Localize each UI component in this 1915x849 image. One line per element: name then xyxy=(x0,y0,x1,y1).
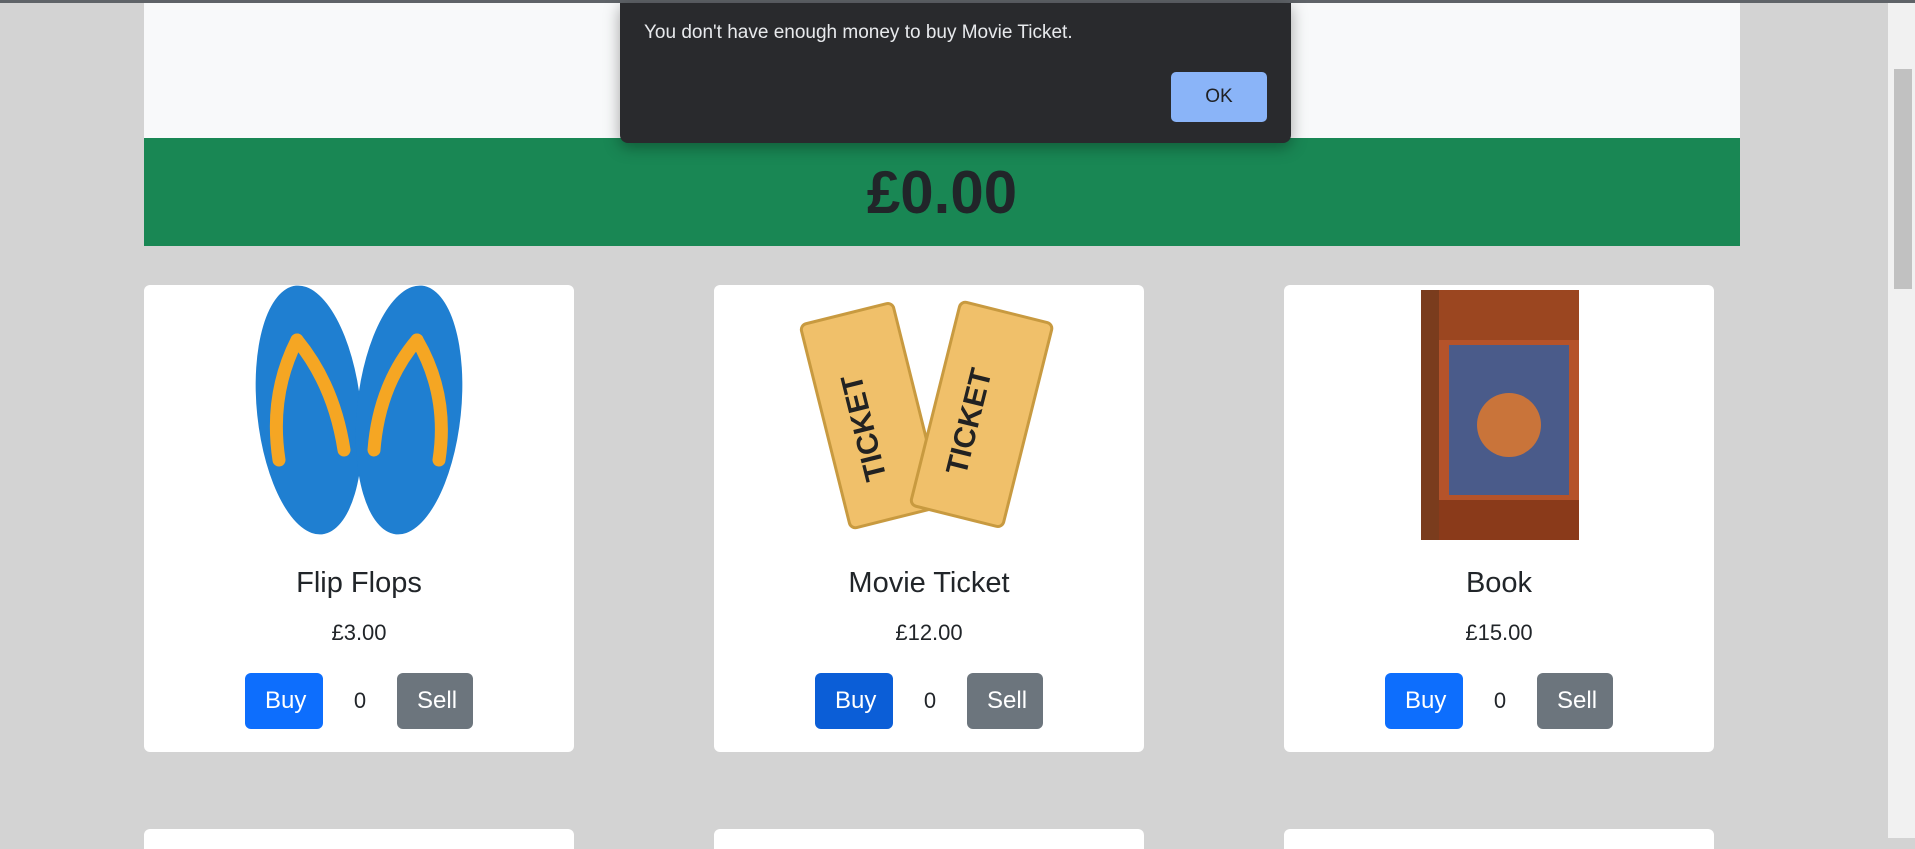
sell-button[interactable]: Sell xyxy=(967,673,1043,729)
product-price: £3.00 xyxy=(331,620,387,645)
ok-button[interactable]: OK xyxy=(1171,72,1267,122)
alert-dialog: You don't have enough money to buy Movie… xyxy=(620,3,1291,143)
scrollbar-thumb[interactable] xyxy=(1894,69,1912,289)
book-image xyxy=(1284,285,1714,545)
quantity-value: 0 xyxy=(1493,688,1507,713)
product-controls: Buy 0 Sell xyxy=(714,673,1144,729)
product-name: Movie Ticket xyxy=(848,567,1010,599)
product-controls: Buy 0 Sell xyxy=(1284,673,1714,729)
product-name: Flip Flops xyxy=(296,567,422,599)
product-price: £12.00 xyxy=(895,620,963,645)
product-card-book: Book £15.00 Buy 0 Sell xyxy=(1284,285,1714,752)
movie-ticket-image: TICKET TICKET xyxy=(714,285,1144,545)
product-card-flip-flops: Flip Flops £3.00 Buy 0 Sell xyxy=(144,285,574,752)
quantity-value: 0 xyxy=(923,688,937,713)
balance-amount: £0.00 xyxy=(866,158,1018,226)
product-card-partial xyxy=(714,829,1144,849)
product-price: £15.00 xyxy=(1465,620,1533,645)
product-card-partial xyxy=(144,829,574,849)
quantity-value: 0 xyxy=(353,688,367,713)
page-scrollbar[interactable] xyxy=(1888,3,1915,838)
alert-message: You don't have enough money to buy Movie… xyxy=(644,22,1073,43)
sell-button[interactable]: Sell xyxy=(1537,673,1613,729)
product-card-partial xyxy=(1284,829,1714,849)
product-name: Book xyxy=(1465,567,1533,599)
product-card-movie-ticket: TICKET TICKET Movie Ticket £12.00 Buy 0 … xyxy=(714,285,1144,752)
buy-button[interactable]: Buy xyxy=(245,673,323,729)
buy-button[interactable]: Buy xyxy=(1385,673,1463,729)
sell-button[interactable]: Sell xyxy=(397,673,473,729)
buy-button[interactable]: Buy xyxy=(815,673,893,729)
flip-flops-image xyxy=(144,285,574,545)
balance-banner: £0.00 xyxy=(144,138,1740,246)
product-controls: Buy 0 Sell xyxy=(144,673,574,729)
